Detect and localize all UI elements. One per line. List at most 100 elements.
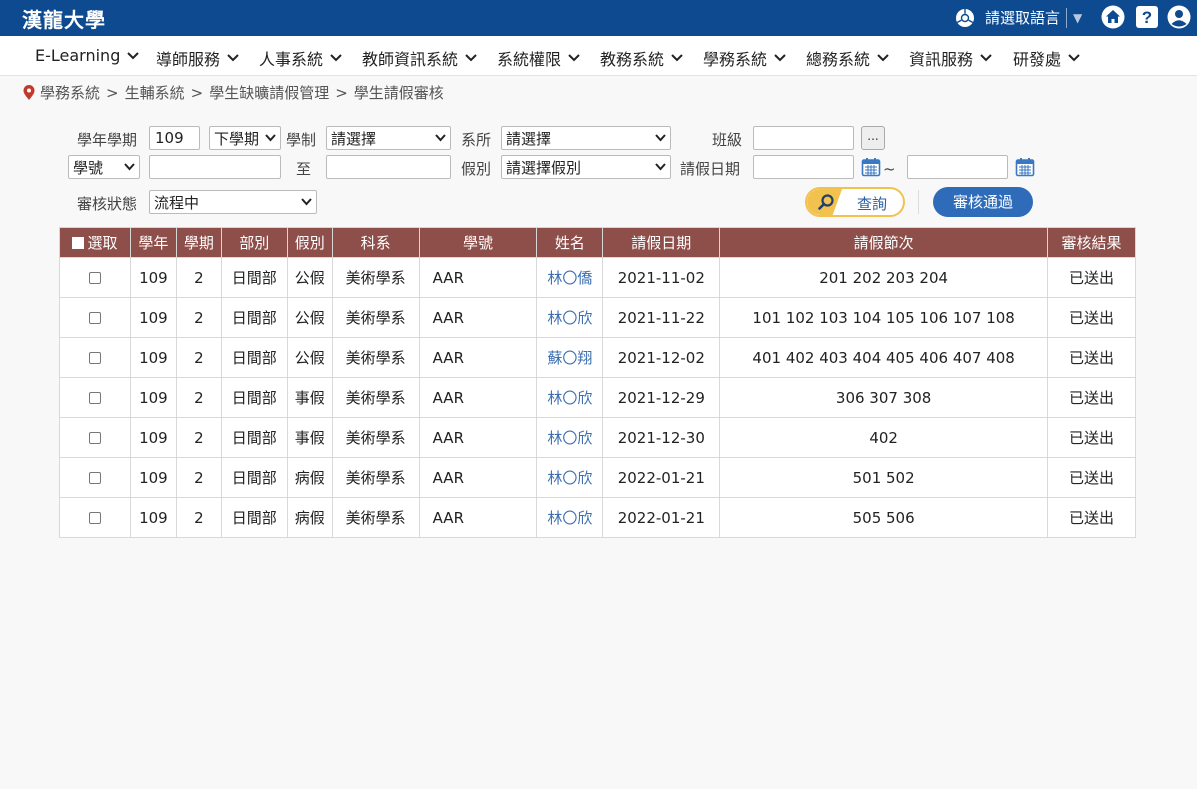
calendar-icon[interactable] [861, 157, 881, 177]
cell-division: 日間部 [220, 257, 288, 298]
language-label[interactable]: 請選取語言 [985, 7, 1060, 28]
cell-student-name-link[interactable]: 林〇欣 [536, 497, 604, 538]
cell-student-name-link[interactable]: 林〇欣 [536, 457, 604, 498]
nav-label[interactable]: 學務系統 [703, 46, 767, 70]
year-input[interactable] [149, 126, 200, 150]
row-select-cell[interactable] [59, 337, 131, 378]
chevron-down-icon [301, 198, 312, 206]
language-selector[interactable]: 請選取語言 ▼ [955, 7, 1082, 28]
cell-student-name-link[interactable]: 林〇欣 [536, 417, 604, 458]
cell-year: 109 [129, 297, 177, 338]
cell-leave-type: 公假 [286, 337, 333, 378]
class-label: 班級 [712, 131, 743, 149]
select-all-checkbox[interactable] [72, 237, 85, 249]
cell-result: 已送出 [1047, 377, 1136, 418]
cell-student-name-link[interactable]: 林〇欣 [536, 297, 604, 338]
cell-leave-type: 病假 [286, 457, 333, 498]
cell-dept: 美術學系 [331, 337, 420, 378]
dept-label: 系所 [461, 131, 492, 149]
nav-label[interactable]: 人事系統 [259, 46, 323, 70]
breadcrumb-item[interactable]: 學務系統 [40, 82, 100, 103]
help-icon[interactable]: ? [1135, 5, 1159, 29]
date-range-tilde: ~ [883, 160, 896, 178]
nav-label[interactable]: 總務系統 [806, 46, 870, 70]
chevron-down-icon [465, 54, 477, 62]
nav-label[interactable]: 教師資訊系統 [362, 46, 458, 70]
breadcrumb-item[interactable]: 學生缺曠請假管理 [209, 82, 329, 103]
row-select-cell[interactable] [59, 297, 131, 338]
class-input[interactable] [753, 126, 854, 150]
row-select-cell[interactable] [59, 417, 131, 458]
nav-label[interactable]: 資訊服務 [909, 46, 973, 70]
date-from-input[interactable] [753, 155, 854, 179]
nav-item-research[interactable]: 研發處 [1013, 46, 1080, 70]
divider [1066, 7, 1068, 28]
breadcrumb-separator: > [190, 83, 204, 102]
row-select-cell[interactable] [59, 257, 131, 298]
table-row: 109 2 日間部 病假 美術學系 AAR 林〇欣 2022-01-21 505… [59, 497, 1136, 538]
class-picker-button[interactable]: ... [861, 126, 885, 150]
cell-periods: 501 502 [719, 457, 1049, 498]
main-nav: E-Learning 導師服務 人事系統 教師資訊系統 系統權限 教務系統 學務… [0, 36, 1197, 76]
nav-item-student-affairs[interactable]: 學務系統 [703, 46, 786, 70]
id-type-select[interactable]: 學號 [68, 155, 140, 179]
calendar-icon[interactable] [1015, 157, 1035, 177]
nav-label[interactable]: E-Learning [35, 46, 120, 65]
cell-term: 2 [175, 457, 222, 498]
cell-student-name-link[interactable]: 林〇僑 [536, 257, 604, 298]
user-icon[interactable] [1167, 5, 1191, 29]
row-select-cell[interactable] [59, 377, 131, 418]
table-row: 109 2 日間部 公假 美術學系 AAR 林〇欣 2021-11-22 101… [59, 297, 1136, 338]
row-select-cell[interactable] [59, 497, 131, 538]
row-checkbox[interactable] [88, 272, 101, 284]
cell-date: 2022-01-21 [602, 457, 721, 498]
nav-item-tutor[interactable]: 導師服務 [156, 46, 239, 70]
breadcrumb-item[interactable]: 生輔系統 [125, 82, 185, 103]
column-header: 學號 [418, 227, 538, 258]
table-row: 109 2 日間部 公假 美術學系 AAR 林〇僑 2021-11-02 201… [59, 257, 1136, 298]
caret-down-icon[interactable]: ▼ [1073, 11, 1082, 25]
row-select-cell[interactable] [59, 457, 131, 498]
query-button[interactable]: 查詢 [805, 187, 905, 217]
row-checkbox[interactable] [88, 392, 101, 404]
row-checkbox[interactable] [88, 512, 101, 524]
leave-date-label: 請假日期 [680, 160, 741, 178]
cell-student-name-link[interactable]: 蘇〇翔 [536, 337, 604, 378]
cell-student-id: AAR [418, 297, 538, 338]
cell-student-name-link[interactable]: 林〇欣 [536, 377, 604, 418]
row-checkbox[interactable] [88, 312, 101, 324]
cell-periods: 101 102 103 104 105 106 107 108 [719, 297, 1049, 338]
home-icon[interactable] [1101, 5, 1125, 29]
dept-select[interactable]: 請選擇 [501, 126, 671, 150]
id-from-input[interactable] [149, 155, 281, 179]
dept-select-value: 請選擇 [506, 129, 552, 148]
breadcrumb: 學務系統 > 生輔系統 > 學生缺曠請假管理 > 學生請假審核 [22, 82, 444, 103]
approve-button[interactable]: 審核通過 [933, 187, 1033, 217]
row-checkbox[interactable] [88, 472, 101, 484]
row-checkbox[interactable] [88, 432, 101, 444]
row-checkbox[interactable] [88, 352, 101, 364]
column-header: 學期 [175, 227, 222, 258]
status-select[interactable]: 流程中 [149, 190, 317, 214]
nav-item-general-affairs[interactable]: 總務系統 [806, 46, 889, 70]
nav-item-elearning[interactable]: E-Learning [35, 46, 140, 65]
cell-result: 已送出 [1047, 457, 1136, 498]
nav-label[interactable]: 系統權限 [497, 46, 561, 70]
id-to-input[interactable] [326, 155, 451, 179]
nav-item-it-services[interactable]: 資訊服務 [909, 46, 992, 70]
nav-item-teacher-info[interactable]: 教師資訊系統 [362, 46, 477, 70]
term-select[interactable]: 下學期 [209, 126, 281, 150]
system-select[interactable]: 請選擇 [326, 126, 451, 150]
nav-item-academic[interactable]: 教務系統 [600, 46, 683, 70]
leave-type-select[interactable]: 請選擇假別 [501, 155, 671, 179]
nav-item-permissions[interactable]: 系統權限 [497, 46, 580, 70]
date-to-input[interactable] [907, 155, 1008, 179]
column-header-select[interactable]: 選取 [59, 227, 131, 258]
cell-term: 2 [175, 377, 222, 418]
cell-division: 日間部 [220, 497, 288, 538]
table-row: 109 2 日間部 病假 美術學系 AAR 林〇欣 2022-01-21 501… [59, 457, 1136, 498]
nav-item-personnel[interactable]: 人事系統 [259, 46, 342, 70]
nav-label[interactable]: 研發處 [1013, 46, 1061, 70]
nav-label[interactable]: 教務系統 [600, 46, 664, 70]
nav-label[interactable]: 導師服務 [156, 46, 220, 70]
